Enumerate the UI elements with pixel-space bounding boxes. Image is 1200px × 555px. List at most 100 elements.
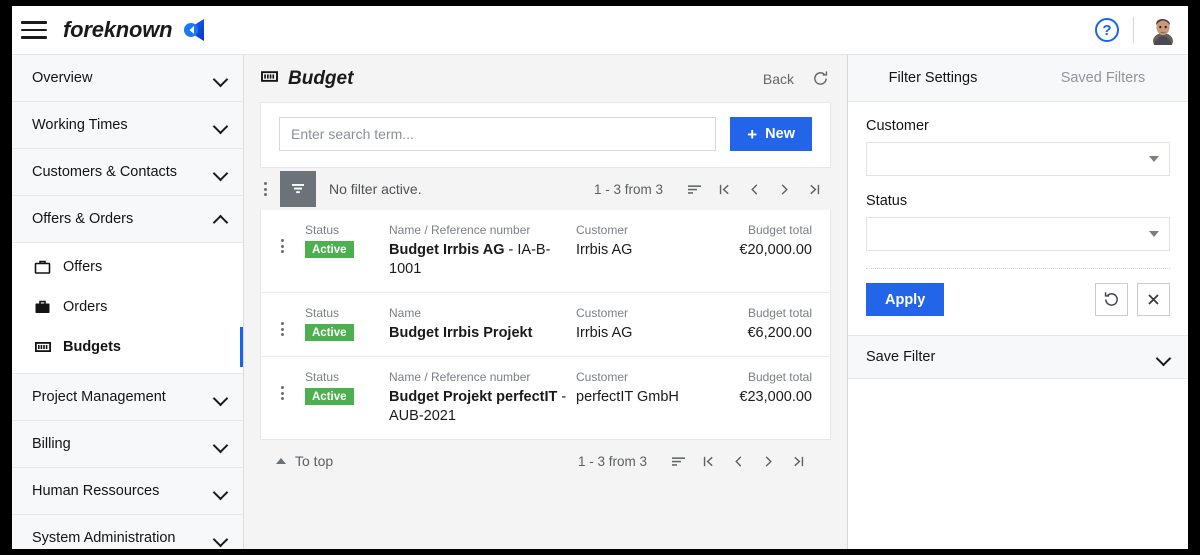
more-vertical-icon[interactable] xyxy=(273,386,291,400)
column-header-name: Name / Reference number xyxy=(389,223,531,237)
budget-total-value: €20,000.00 xyxy=(739,242,812,258)
cell-name: Name / Reference number Budget Irrbis AG… xyxy=(389,223,576,279)
toolbar-divider xyxy=(1133,17,1134,43)
sidebar-group-system-administration[interactable]: System Administration xyxy=(12,515,243,549)
page-title-wrap: Budget xyxy=(260,68,353,90)
status-badge: Active xyxy=(305,241,354,258)
new-button-label: New xyxy=(765,126,795,142)
status-badge: Active xyxy=(305,324,354,341)
budget-total-value: €23,000.00 xyxy=(739,389,812,405)
column-header-budget-total: Budget total xyxy=(747,223,812,237)
pagination-top: 1 - 3 from 3 xyxy=(594,176,829,202)
cell-customer: Customer Irrbis AG xyxy=(576,306,700,343)
page-count-bottom: 1 - 3 from 3 xyxy=(577,453,647,469)
status-select[interactable] xyxy=(866,217,1170,251)
header-actions: Back xyxy=(763,70,829,87)
search-input[interactable] xyxy=(279,117,717,151)
tab-filter-settings[interactable]: Filter Settings xyxy=(848,70,1018,86)
column-header-budget-total: Budget total xyxy=(747,306,812,320)
cell-name: Name / Reference number Budget Projekt p… xyxy=(389,370,576,426)
close-x-icon[interactable] xyxy=(1137,283,1170,316)
table-row[interactable]: Status Active Name / Reference number Bu… xyxy=(261,210,830,293)
chevron-down-icon xyxy=(214,532,227,545)
sidebar-group-label: Customers & Contacts xyxy=(32,164,178,180)
filter-panel-tabs: Filter Settings Saved Filters xyxy=(848,55,1188,102)
last-page-icon[interactable] xyxy=(799,176,829,202)
foreknown-logo-icon xyxy=(180,16,210,44)
money-bill-icon xyxy=(34,340,56,354)
next-page-icon[interactable] xyxy=(753,448,783,474)
help-circle-icon[interactable]: ? xyxy=(1095,18,1119,42)
column-header-status: Status xyxy=(305,223,340,237)
hamburger-menu-icon[interactable] xyxy=(21,21,47,39)
sidebar-group-overview[interactable]: Overview xyxy=(12,55,243,102)
sidebar-item-offers[interactable]: Offers xyxy=(12,247,243,287)
page-count-top: 1 - 3 from 3 xyxy=(593,181,663,197)
sidebar-item-budgets[interactable]: Budgets xyxy=(12,327,243,367)
column-header-budget-total: Budget total xyxy=(747,370,812,384)
chevron-down-icon xyxy=(214,119,227,132)
customer-select[interactable] xyxy=(866,142,1170,176)
sidebar-group-customers-contacts[interactable]: Customers & Contacts xyxy=(12,149,243,196)
apply-button[interactable]: Apply xyxy=(866,283,945,316)
caret-up-icon xyxy=(276,458,286,464)
table-row[interactable]: Status Active Name Budget Irrbis Projekt… xyxy=(261,293,830,357)
sidebar-group-label: Billing xyxy=(32,436,71,452)
filter-funnel-icon[interactable] xyxy=(280,171,316,207)
pagination-bottom: 1 - 3 from 3 xyxy=(578,448,813,474)
more-vertical-icon[interactable] xyxy=(273,322,291,336)
new-button[interactable]: + New xyxy=(730,117,812,151)
save-filter-section[interactable]: Save Filter xyxy=(848,335,1188,379)
more-vertical-icon[interactable] xyxy=(256,182,274,196)
last-page-icon[interactable] xyxy=(783,448,813,474)
prev-page-icon[interactable] xyxy=(739,176,769,202)
main-content: Budget Back + New xyxy=(244,55,848,549)
chevron-down-icon xyxy=(214,72,227,85)
column-header-customer: Customer xyxy=(576,370,629,384)
money-bill-icon xyxy=(260,69,279,89)
save-filter-label: Save Filter xyxy=(866,349,936,365)
first-page-icon[interactable] xyxy=(693,448,723,474)
customer-name: perfectIT GmbH xyxy=(576,389,679,405)
sidebar: Overview Working Times Customers & Conta… xyxy=(12,55,244,549)
brand-title: foreknown xyxy=(63,17,173,42)
user-avatar[interactable] xyxy=(1148,15,1178,45)
back-button[interactable]: Back xyxy=(763,71,794,87)
sidebar-group-project-management[interactable]: Project Management xyxy=(12,374,243,421)
column-header-status: Status xyxy=(305,370,340,384)
sort-icon[interactable] xyxy=(663,448,693,474)
cell-name: Name Budget Irrbis Projekt xyxy=(389,306,576,343)
search-card: + New xyxy=(260,102,831,168)
reset-icon[interactable] xyxy=(1095,283,1128,316)
sort-icon[interactable] xyxy=(679,176,709,202)
column-header-customer: Customer xyxy=(576,223,629,237)
sidebar-group-human-ressources[interactable]: Human Ressources xyxy=(12,468,243,515)
sidebar-group-billing[interactable]: Billing xyxy=(12,421,243,468)
more-vertical-icon[interactable] xyxy=(273,239,291,253)
chevron-down-icon xyxy=(214,438,227,451)
sidebar-group-offers-orders[interactable]: Offers & Orders xyxy=(12,196,243,243)
sidebar-group-working-times[interactable]: Working Times xyxy=(12,102,243,149)
tab-saved-filters[interactable]: Saved Filters xyxy=(1018,70,1188,86)
cell-status: Status Active xyxy=(305,306,389,341)
cell-budget-total: Budget total €23,000.00 xyxy=(700,370,812,407)
refresh-icon[interactable] xyxy=(812,70,829,87)
column-header-status: Status xyxy=(305,306,340,320)
app-window: foreknown ? Overview Working Times Custo… xyxy=(12,6,1188,549)
filter-label-customer: Customer xyxy=(866,118,929,134)
first-page-icon[interactable] xyxy=(709,176,739,202)
prev-page-icon[interactable] xyxy=(723,448,753,474)
customer-name: Irrbis AG xyxy=(576,325,633,341)
table-row[interactable]: Status Active Name / Reference number Bu… xyxy=(261,357,830,439)
briefcase-filled-icon xyxy=(34,299,56,315)
next-page-icon[interactable] xyxy=(769,176,799,202)
top-bar-actions: ? xyxy=(1095,15,1188,45)
to-top-button[interactable]: To top xyxy=(276,453,333,469)
customer-name: Irrbis AG xyxy=(576,242,633,258)
sidebar-item-orders[interactable]: Orders xyxy=(12,287,243,327)
sidebar-item-label: Budgets xyxy=(63,339,121,355)
budget-list: Status Active Name / Reference number Bu… xyxy=(260,210,831,440)
list-toolbar: No filter active. 1 - 3 from 3 xyxy=(244,168,847,210)
sidebar-group-label: Offers & Orders xyxy=(32,211,134,227)
active-indicator xyxy=(239,327,243,367)
